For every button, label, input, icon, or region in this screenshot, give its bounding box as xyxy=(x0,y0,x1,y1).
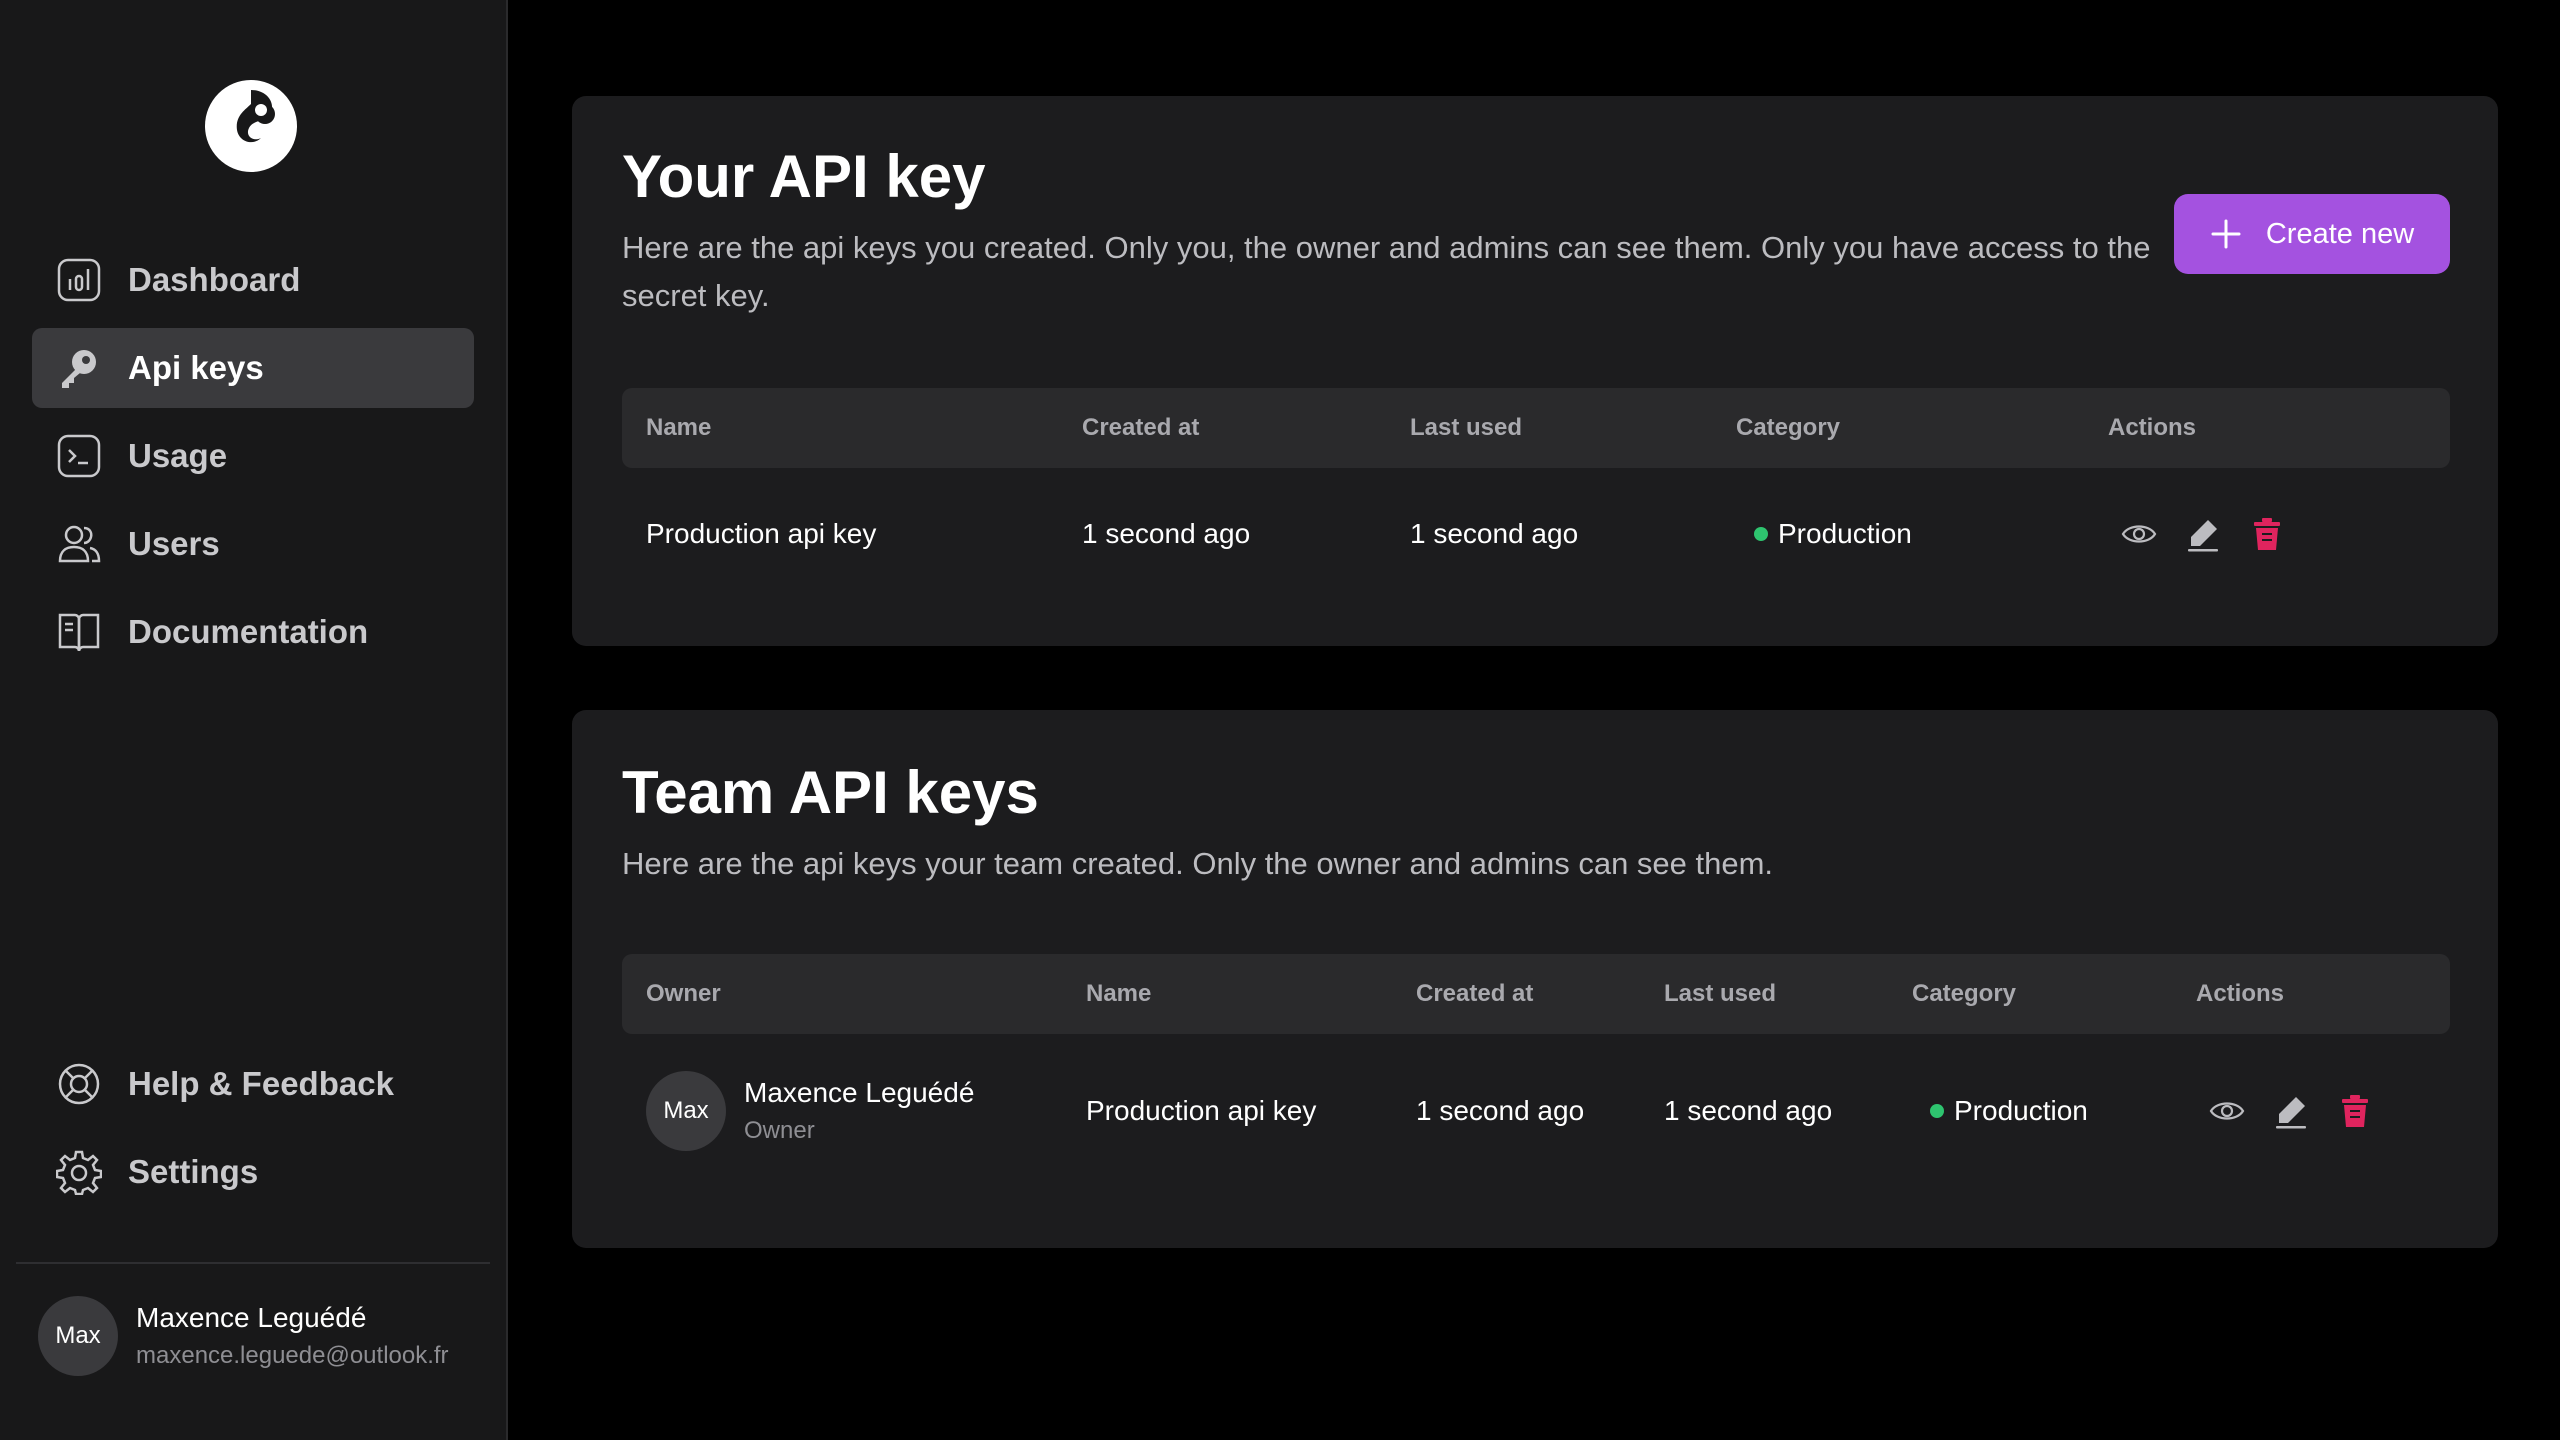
table-row: Production api key 1 second ago 1 second… xyxy=(622,478,2450,590)
key-icon xyxy=(56,345,102,391)
trash-icon xyxy=(2342,1095,2368,1127)
team-api-keys-card: Team API keys Here are the api keys your… xyxy=(572,710,2498,1248)
plus-icon xyxy=(2211,219,2241,249)
created-at: 1 second ago xyxy=(1416,1095,1585,1126)
sidebar-item-documentation[interactable]: Documentation xyxy=(32,592,474,672)
app-logo[interactable] xyxy=(205,80,297,172)
sidebar-item-api-keys[interactable]: Api keys xyxy=(32,328,474,408)
sidebar-item-label: Dashboard xyxy=(128,261,301,298)
sidebar-item-label: Documentation xyxy=(128,613,369,650)
sidebar-item-label: Users xyxy=(128,525,220,562)
column-header-last-used: Last used xyxy=(1410,414,1523,441)
column-header-created-at: Created at xyxy=(1416,980,1534,1007)
user-name: Maxence Leguédé xyxy=(136,1302,367,1333)
column-header-name: Name xyxy=(1086,980,1152,1007)
create-new-label: Create new xyxy=(2265,217,2415,250)
section-description: Here are the api keys you created. Only … xyxy=(622,230,2151,313)
avatar: Max xyxy=(38,1296,118,1376)
chart-bar-icon xyxy=(56,257,102,303)
column-header-actions: Actions xyxy=(2108,414,2197,441)
eye-icon xyxy=(2209,1102,2245,1120)
status-dot xyxy=(1754,527,1768,541)
column-header-category: Category xyxy=(1912,980,2017,1007)
table-header: Name Created at Last used Category Actio… xyxy=(622,388,2450,468)
section-title: Team API keys xyxy=(622,759,1039,826)
table-row: Max Maxence Leguédé Owner Production api… xyxy=(622,1042,2450,1180)
sidebar-item-label: Api keys xyxy=(128,349,264,386)
sidebar-item-usage[interactable]: Usage xyxy=(32,416,474,496)
sidebar-item-dashboard[interactable]: Dashboard xyxy=(32,240,474,320)
key-name: Production api key xyxy=(646,518,877,549)
key-name: Production api key xyxy=(1086,1095,1317,1126)
column-header-owner: Owner xyxy=(646,980,721,1007)
main-content: Your API key Here are the api keys you c… xyxy=(508,0,2560,1440)
row-actions xyxy=(2120,478,2312,590)
column-header-category: Category xyxy=(1736,414,1841,441)
category-label: Production xyxy=(1954,1095,2088,1126)
owner-cell: Max Maxence Leguédé Owner xyxy=(646,1042,974,1180)
view-button[interactable] xyxy=(2208,1092,2246,1130)
last-used: 1 second ago xyxy=(1664,1095,1833,1126)
app-root: Dashboard Api keys Usage Users Documenta… xyxy=(0,0,2560,1440)
column-header-last-used: Last used xyxy=(1664,980,1777,1007)
sidebar-bottom-nav: Help & Feedback Settings xyxy=(32,1044,474,1220)
book-icon xyxy=(56,609,102,655)
sidebar-item-label: Help & Feedback xyxy=(128,1065,394,1102)
column-header-created-at: Created at xyxy=(1082,414,1200,441)
column-header-actions: Actions xyxy=(2196,980,2285,1007)
sidebar-item-settings[interactable]: Settings xyxy=(32,1132,474,1212)
sidebar-item-users[interactable]: Users xyxy=(32,504,474,584)
sidebar-divider xyxy=(16,1262,490,1264)
category-label: Production xyxy=(1778,518,1912,549)
sidebar: Dashboard Api keys Usage Users Documenta… xyxy=(0,0,508,1440)
pencil-icon xyxy=(2188,520,2218,552)
terminal-icon xyxy=(56,433,102,479)
owner-name: Maxence Leguédé xyxy=(744,1077,975,1108)
column-header-name: Name xyxy=(646,414,712,441)
sidebar-item-help-feedback[interactable]: Help & Feedback xyxy=(32,1044,474,1124)
trash-icon xyxy=(2254,518,2280,550)
category-badge: Production xyxy=(1930,1042,2088,1180)
eye-icon xyxy=(2121,525,2157,543)
last-used: 1 second ago xyxy=(1410,518,1579,549)
create-new-button[interactable]: Create new xyxy=(2174,194,2450,274)
user-email: maxence.leguede@outlook.fr xyxy=(136,1342,449,1369)
sidebar-item-label: Usage xyxy=(128,437,228,474)
pencil-icon xyxy=(2276,1097,2306,1129)
current-user[interactable]: Max Maxence Leguédé maxence.leguede@outl… xyxy=(38,1296,449,1376)
section-title: Your API key xyxy=(622,143,986,210)
status-dot xyxy=(1930,1104,1944,1118)
category-badge: Production xyxy=(1754,478,1912,590)
your-api-keys-card: Your API key Here are the api keys you c… xyxy=(572,96,2498,646)
created-at: 1 second ago xyxy=(1082,518,1251,549)
table-header: Owner Name Created at Last used Category… xyxy=(622,954,2450,1034)
section-description: Here are the api keys your team created.… xyxy=(622,846,1774,881)
owner-info: Maxence Leguédé Owner xyxy=(744,1077,974,1145)
row-actions xyxy=(2208,1042,2400,1180)
delete-button[interactable] xyxy=(2336,1092,2374,1130)
view-button[interactable] xyxy=(2120,515,2158,553)
gear-icon xyxy=(55,1149,103,1196)
owner-role: Owner xyxy=(744,1117,815,1144)
lifebuoy-icon xyxy=(56,1061,102,1107)
avatar: Max xyxy=(646,1071,726,1151)
delete-button[interactable] xyxy=(2248,515,2286,553)
sidebar-item-label: Settings xyxy=(128,1153,259,1190)
edit-button[interactable] xyxy=(2184,515,2222,553)
user-info: Maxence Leguédé maxence.leguede@outlook.… xyxy=(136,1302,449,1370)
edit-button[interactable] xyxy=(2272,1092,2310,1130)
sidebar-nav: Dashboard Api keys Usage Users Documenta… xyxy=(32,240,474,680)
users-icon xyxy=(56,521,102,567)
